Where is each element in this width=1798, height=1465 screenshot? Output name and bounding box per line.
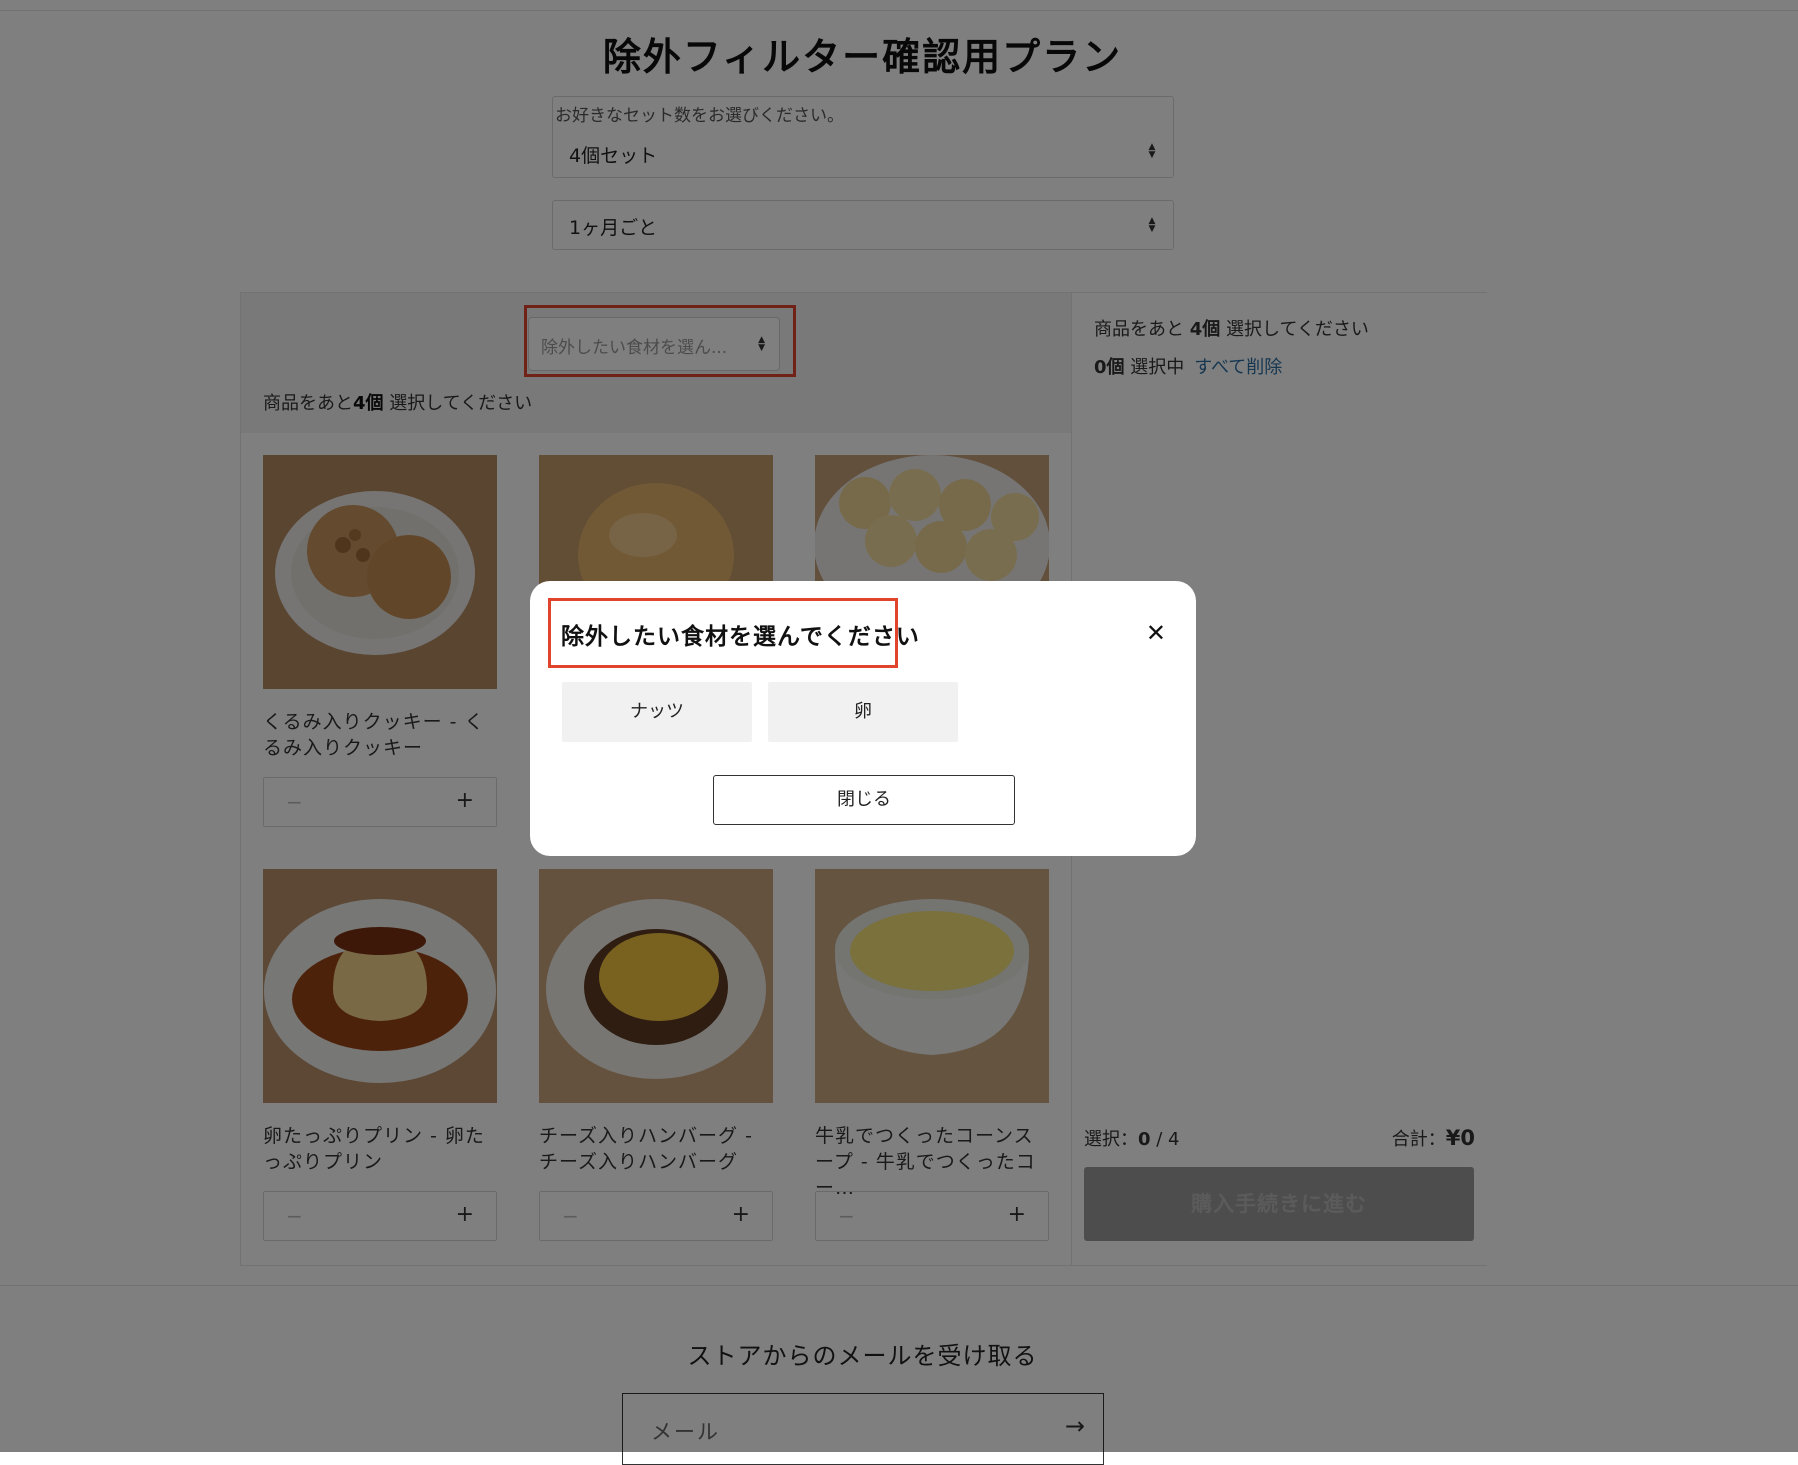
option-egg-button[interactable]: 卵	[768, 682, 958, 742]
exclude-ingredient-modal: 除外したい食材を選んでください ✕ ナッツ 卵 閉じる	[530, 581, 1196, 856]
close-icon[interactable]: ✕	[1146, 619, 1166, 647]
modal-title-highlight-box	[548, 598, 898, 668]
option-nuts-button[interactable]: ナッツ	[562, 682, 752, 742]
modal-close-button[interactable]: 閉じる	[713, 775, 1015, 825]
page: 除外フィルター確認用プラン お好きなセット数をお選びください。 4個セット ▲▼…	[0, 0, 1798, 1465]
